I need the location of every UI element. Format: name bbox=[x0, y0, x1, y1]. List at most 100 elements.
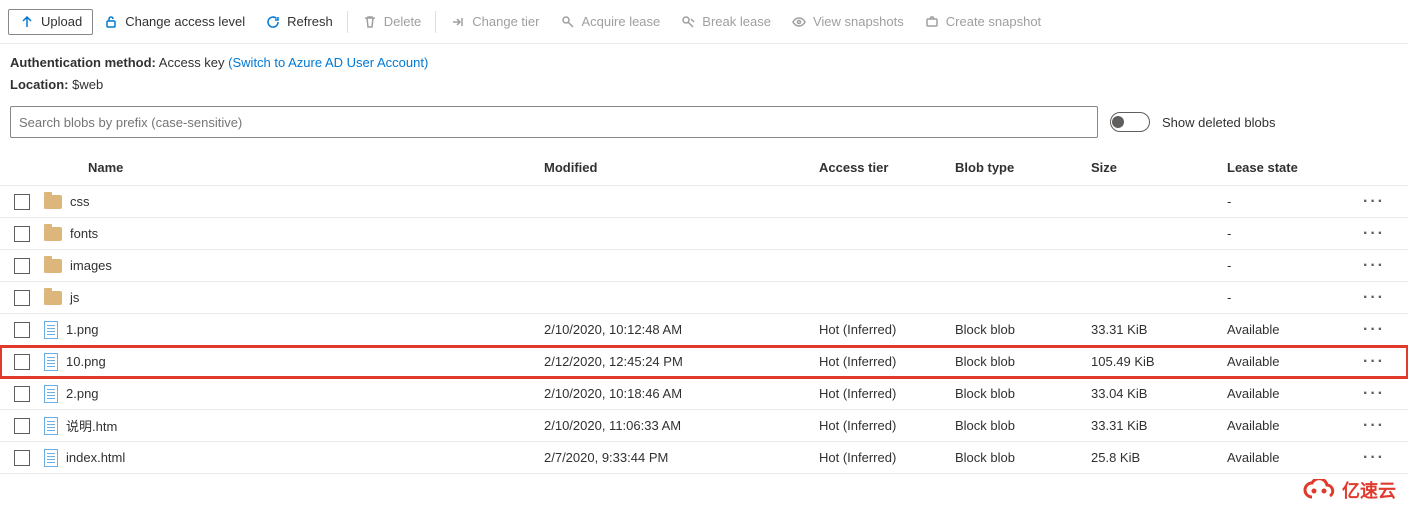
table-row[interactable]: index.html2/7/2020, 9:33:44 PMHot (Infer… bbox=[0, 442, 1408, 474]
row-lease: - bbox=[1227, 258, 1348, 273]
row-checkbox[interactable] bbox=[14, 386, 30, 402]
row-lease: Available bbox=[1227, 418, 1348, 433]
snapshot-icon bbox=[924, 14, 940, 30]
row-name[interactable]: 说明.htm bbox=[66, 416, 117, 435]
delete-label: Delete bbox=[384, 14, 422, 29]
folder-icon bbox=[44, 227, 62, 241]
row-lease: - bbox=[1227, 194, 1348, 209]
row-lease: Available bbox=[1227, 354, 1348, 369]
row-context-menu[interactable]: ··· bbox=[1348, 353, 1400, 371]
row-tier: Hot (Inferred) bbox=[819, 450, 955, 465]
row-name[interactable]: 1.png bbox=[66, 322, 99, 337]
row-tier: Hot (Inferred) bbox=[819, 386, 955, 401]
break-lease-button: Break lease bbox=[670, 8, 781, 36]
change-tier-button: Change tier bbox=[440, 8, 549, 36]
row-context-menu[interactable]: ··· bbox=[1348, 193, 1400, 211]
row-context-menu[interactable]: ··· bbox=[1348, 417, 1400, 435]
switch-auth-link[interactable]: (Switch to Azure AD User Account) bbox=[228, 55, 428, 70]
file-icon bbox=[44, 385, 58, 403]
row-context-menu[interactable]: ··· bbox=[1348, 225, 1400, 243]
trash-icon bbox=[362, 14, 378, 30]
row-blob: Block blob bbox=[955, 354, 1091, 369]
row-modified: 2/12/2020, 12:45:24 PM bbox=[544, 354, 819, 369]
row-name[interactable]: images bbox=[70, 258, 112, 273]
toolbar: Upload Change access level Refresh Delet… bbox=[0, 0, 1408, 44]
row-lease: - bbox=[1227, 290, 1348, 305]
row-context-menu[interactable]: ··· bbox=[1348, 257, 1400, 275]
col-name[interactable]: Name bbox=[44, 160, 544, 175]
row-size: 25.8 KiB bbox=[1091, 450, 1227, 465]
row-tier: Hot (Inferred) bbox=[819, 354, 955, 369]
row-checkbox[interactable] bbox=[14, 354, 30, 370]
row-size: 105.49 KiB bbox=[1091, 354, 1227, 369]
row-context-menu[interactable]: ··· bbox=[1348, 385, 1400, 403]
refresh-button[interactable]: Refresh bbox=[255, 8, 343, 36]
break-lease-label: Break lease bbox=[702, 14, 771, 29]
row-size: 33.31 KiB bbox=[1091, 418, 1227, 433]
row-checkbox[interactable] bbox=[14, 194, 30, 210]
search-input[interactable] bbox=[10, 106, 1098, 138]
row-blob: Block blob bbox=[955, 450, 1091, 465]
search-row: Show deleted blobs bbox=[0, 100, 1408, 150]
toggle-knob bbox=[1112, 116, 1124, 128]
file-icon bbox=[44, 321, 58, 339]
col-modified[interactable]: Modified bbox=[544, 160, 819, 175]
table-row[interactable]: js -··· bbox=[0, 282, 1408, 314]
row-name[interactable]: index.html bbox=[66, 450, 125, 465]
row-name[interactable]: 2.png bbox=[66, 386, 99, 401]
create-snapshot-button: Create snapshot bbox=[914, 8, 1051, 36]
table-row[interactable]: images -··· bbox=[0, 250, 1408, 282]
upload-button[interactable]: Upload bbox=[8, 9, 93, 35]
acquire-lease-button: Acquire lease bbox=[550, 8, 671, 36]
row-modified: 2/10/2020, 10:18:46 AM bbox=[544, 386, 819, 401]
table-row[interactable]: 10.png 2/12/2020, 12:45:24 PMHot (Inferre… bbox=[0, 346, 1408, 378]
watermark: 亿速云 bbox=[1302, 477, 1396, 503]
col-lease-state[interactable]: Lease state bbox=[1227, 160, 1348, 175]
eye-icon bbox=[791, 14, 807, 30]
break-lease-icon bbox=[680, 14, 696, 30]
row-checkbox[interactable] bbox=[14, 322, 30, 338]
table-row[interactable]: fonts -··· bbox=[0, 218, 1408, 250]
col-access-tier[interactable]: Access tier bbox=[819, 160, 955, 175]
table-row[interactable]: css -··· bbox=[0, 186, 1408, 218]
table-row[interactable]: 说明.htm 2/10/2020, 11:06:33 AMHot (Inferre… bbox=[0, 410, 1408, 442]
table-row[interactable]: 1.png2/10/2020, 10:12:48 AMHot (Inferred… bbox=[0, 314, 1408, 346]
row-modified: 2/10/2020, 11:06:33 AM bbox=[544, 418, 819, 433]
folder-icon bbox=[44, 195, 62, 209]
folder-icon bbox=[44, 291, 62, 305]
refresh-icon bbox=[265, 14, 281, 30]
separator bbox=[347, 11, 348, 33]
row-checkbox[interactable] bbox=[14, 418, 30, 434]
show-deleted-label: Show deleted blobs bbox=[1162, 115, 1275, 130]
row-checkbox[interactable] bbox=[14, 226, 30, 242]
row-checkbox[interactable] bbox=[14, 258, 30, 274]
row-checkbox[interactable] bbox=[14, 450, 30, 466]
row-tier: Hot (Inferred) bbox=[819, 418, 955, 433]
create-snapshot-label: Create snapshot bbox=[946, 14, 1041, 29]
row-context-menu[interactable]: ··· bbox=[1348, 321, 1400, 339]
row-checkbox[interactable] bbox=[14, 290, 30, 306]
tier-icon bbox=[450, 14, 466, 30]
row-size: 33.31 KiB bbox=[1091, 322, 1227, 337]
table-row[interactable]: 2.png 2/10/2020, 10:18:46 AMHot (Inferred… bbox=[0, 378, 1408, 410]
row-lease: - bbox=[1227, 226, 1348, 241]
row-blob: Block blob bbox=[955, 322, 1091, 337]
location-value: $web bbox=[72, 77, 103, 92]
col-blob-type[interactable]: Blob type bbox=[955, 160, 1091, 175]
change-access-level-button[interactable]: Change access level bbox=[93, 8, 255, 36]
col-size[interactable]: Size bbox=[1091, 160, 1227, 175]
show-deleted-toggle[interactable] bbox=[1110, 112, 1150, 132]
row-context-menu[interactable]: ··· bbox=[1348, 449, 1400, 467]
lock-icon bbox=[103, 14, 119, 30]
folder-icon bbox=[44, 259, 62, 273]
row-context-menu[interactable]: ··· bbox=[1348, 289, 1400, 307]
change-access-level-label: Change access level bbox=[125, 14, 245, 29]
row-name[interactable]: css bbox=[70, 194, 90, 209]
row-lease: Available bbox=[1227, 386, 1348, 401]
auth-method-value: Access key bbox=[159, 55, 225, 70]
row-name[interactable]: 10.png bbox=[66, 354, 106, 369]
row-name[interactable]: js bbox=[70, 290, 79, 305]
view-snapshots-label: View snapshots bbox=[813, 14, 904, 29]
refresh-label: Refresh bbox=[287, 14, 333, 29]
row-name[interactable]: fonts bbox=[70, 226, 98, 241]
